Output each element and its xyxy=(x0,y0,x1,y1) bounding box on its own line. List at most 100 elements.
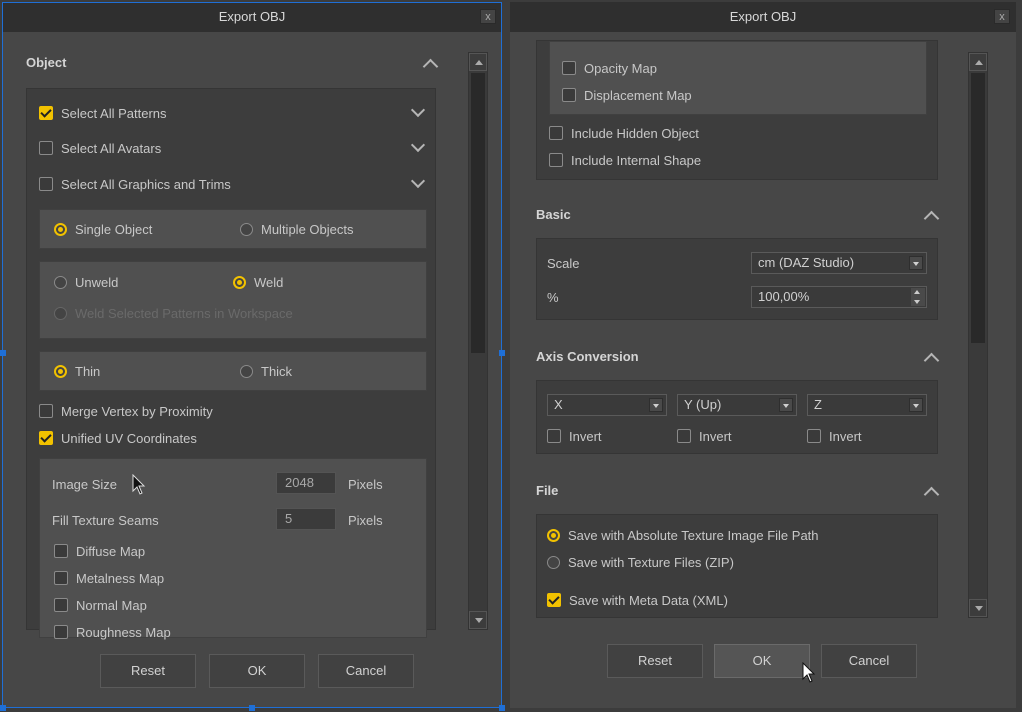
metalness-map-checkbox[interactable] xyxy=(54,571,68,585)
save-absolute-radio[interactable] xyxy=(547,528,560,542)
chevron-down-icon[interactable] xyxy=(410,137,426,153)
percent-spinbox[interactable]: 100,00% xyxy=(751,286,927,308)
single-object-radio[interactable] xyxy=(54,222,67,236)
scroll-down-button[interactable] xyxy=(969,599,987,617)
save-zip-radio-row[interactable]: Save with Texture Files (ZIP) xyxy=(547,552,734,572)
weld-radio[interactable] xyxy=(233,275,246,289)
axis-x-dropdown[interactable]: X xyxy=(547,394,667,416)
unweld-radio[interactable] xyxy=(54,275,67,289)
select-all-graphics-row[interactable]: Select All Graphics and Trims xyxy=(39,174,231,194)
invert-z-checkbox[interactable] xyxy=(807,429,821,443)
spinner-arrows-icon[interactable] xyxy=(911,288,925,306)
reset-button[interactable]: Reset xyxy=(607,644,703,678)
scrollbar-thumb[interactable] xyxy=(971,73,985,343)
metalness-map-row[interactable]: Metalness Map xyxy=(54,568,164,588)
select-all-graphics-checkbox[interactable] xyxy=(39,177,53,191)
cancel-button[interactable]: Cancel xyxy=(821,644,917,678)
object-section-header[interactable]: Object xyxy=(26,53,66,73)
diffuse-map-checkbox[interactable] xyxy=(54,544,68,558)
include-hidden-checkbox[interactable] xyxy=(549,126,563,140)
axis-x-value: X xyxy=(554,397,563,412)
normal-map-checkbox[interactable] xyxy=(54,598,68,612)
scrollbar-thumb[interactable] xyxy=(471,73,485,353)
scrollbar[interactable] xyxy=(468,52,488,630)
axis-section-header[interactable]: Axis Conversion xyxy=(536,347,639,367)
displacement-map-checkbox[interactable] xyxy=(562,88,576,102)
opacity-map-row[interactable]: Opacity Map xyxy=(562,58,657,78)
roughness-map-row[interactable]: Roughness Map xyxy=(54,622,171,642)
save-zip-radio[interactable] xyxy=(547,555,560,569)
scrollbar[interactable] xyxy=(968,52,988,618)
scale-dropdown-value: cm (DAZ Studio) xyxy=(758,255,855,270)
thick-radio[interactable] xyxy=(240,364,253,378)
thin-radio[interactable] xyxy=(54,364,67,378)
selection-handle xyxy=(0,705,6,711)
axis-panel: X Y (Up) Z Invert Invert Invert xyxy=(536,380,938,454)
multiple-objects-radio-row[interactable]: Multiple Objects xyxy=(240,219,353,239)
diffuse-map-row[interactable]: Diffuse Map xyxy=(54,541,145,561)
close-icon[interactable]: x xyxy=(480,9,496,24)
chevron-up-icon[interactable] xyxy=(923,210,940,227)
opacity-map-checkbox[interactable] xyxy=(562,61,576,75)
ok-button[interactable]: OK xyxy=(209,654,305,688)
image-size-input[interactable]: 2048 xyxy=(276,472,336,494)
fill-seams-input[interactable]: 5 xyxy=(276,508,336,530)
unified-uv-row[interactable]: Unified UV Coordinates xyxy=(39,428,197,448)
include-internal-checkbox[interactable] xyxy=(549,153,563,167)
single-object-radio-row[interactable]: Single Object xyxy=(54,219,152,239)
roughness-map-checkbox[interactable] xyxy=(54,625,68,639)
ok-button[interactable]: OK xyxy=(714,644,810,678)
invert-z-row[interactable]: Invert xyxy=(807,426,862,446)
percent-label: % xyxy=(547,289,559,305)
invert-x-row[interactable]: Invert xyxy=(547,426,602,446)
select-all-avatars-row[interactable]: Select All Avatars xyxy=(39,138,161,158)
select-all-patterns-row[interactable]: Select All Patterns xyxy=(39,103,167,123)
basic-section-header[interactable]: Basic xyxy=(536,205,571,225)
dropdown-arrow-icon[interactable] xyxy=(909,398,923,412)
uv-texture-group: Image Size 2048 Pixels Fill Texture Seam… xyxy=(39,458,427,640)
fill-seams-unit: Pixels xyxy=(348,512,383,528)
scroll-down-button[interactable] xyxy=(469,611,487,629)
merge-vertex-row[interactable]: Merge Vertex by Proximity xyxy=(39,401,213,421)
save-meta-row[interactable]: Save with Meta Data (XML) xyxy=(547,590,728,610)
merge-vertex-checkbox[interactable] xyxy=(39,404,53,418)
save-absolute-radio-row[interactable]: Save with Absolute Texture Image File Pa… xyxy=(547,525,819,545)
chevron-up-icon[interactable] xyxy=(422,58,439,75)
mouse-cursor-icon xyxy=(132,474,146,495)
include-hidden-row[interactable]: Include Hidden Object xyxy=(549,123,699,143)
scale-dropdown[interactable]: cm (DAZ Studio) xyxy=(751,252,927,274)
weld-radio-row[interactable]: Weld xyxy=(233,272,283,292)
normal-map-row[interactable]: Normal Map xyxy=(54,595,147,615)
invert-y-checkbox[interactable] xyxy=(677,429,691,443)
chevron-down-icon[interactable] xyxy=(410,173,426,189)
chevron-up-icon[interactable] xyxy=(923,486,940,503)
scroll-up-button[interactable] xyxy=(969,53,987,71)
invert-x-checkbox[interactable] xyxy=(547,429,561,443)
dropdown-arrow-icon[interactable] xyxy=(649,398,663,412)
chevron-down-icon[interactable] xyxy=(410,102,426,118)
thick-radio-row[interactable]: Thick xyxy=(240,361,292,381)
invert-y-row[interactable]: Invert xyxy=(677,426,732,446)
displacement-map-row[interactable]: Displacement Map xyxy=(562,85,692,105)
include-internal-row[interactable]: Include Internal Shape xyxy=(549,150,701,170)
selection-handle xyxy=(0,350,6,356)
reset-button[interactable]: Reset xyxy=(100,654,196,688)
chevron-up-icon[interactable] xyxy=(923,352,940,369)
cancel-button[interactable]: Cancel xyxy=(318,654,414,688)
file-section-header[interactable]: File xyxy=(536,481,558,501)
axis-y-value: Y (Up) xyxy=(684,397,722,412)
thin-radio-row[interactable]: Thin xyxy=(54,361,100,381)
multiple-objects-radio[interactable] xyxy=(240,222,253,236)
unified-uv-checkbox[interactable] xyxy=(39,431,53,445)
select-all-avatars-checkbox[interactable] xyxy=(39,141,53,155)
dropdown-arrow-icon[interactable] xyxy=(909,256,923,270)
select-all-patterns-checkbox[interactable] xyxy=(39,106,53,120)
scroll-up-button[interactable] xyxy=(469,53,487,71)
axis-y-dropdown[interactable]: Y (Up) xyxy=(677,394,797,416)
fill-seams-label: Fill Texture Seams xyxy=(52,512,159,528)
axis-z-dropdown[interactable]: Z xyxy=(807,394,927,416)
close-icon[interactable]: x xyxy=(994,9,1010,24)
save-meta-checkbox[interactable] xyxy=(547,593,561,607)
unweld-radio-row[interactable]: Unweld xyxy=(54,272,118,292)
dropdown-arrow-icon[interactable] xyxy=(779,398,793,412)
